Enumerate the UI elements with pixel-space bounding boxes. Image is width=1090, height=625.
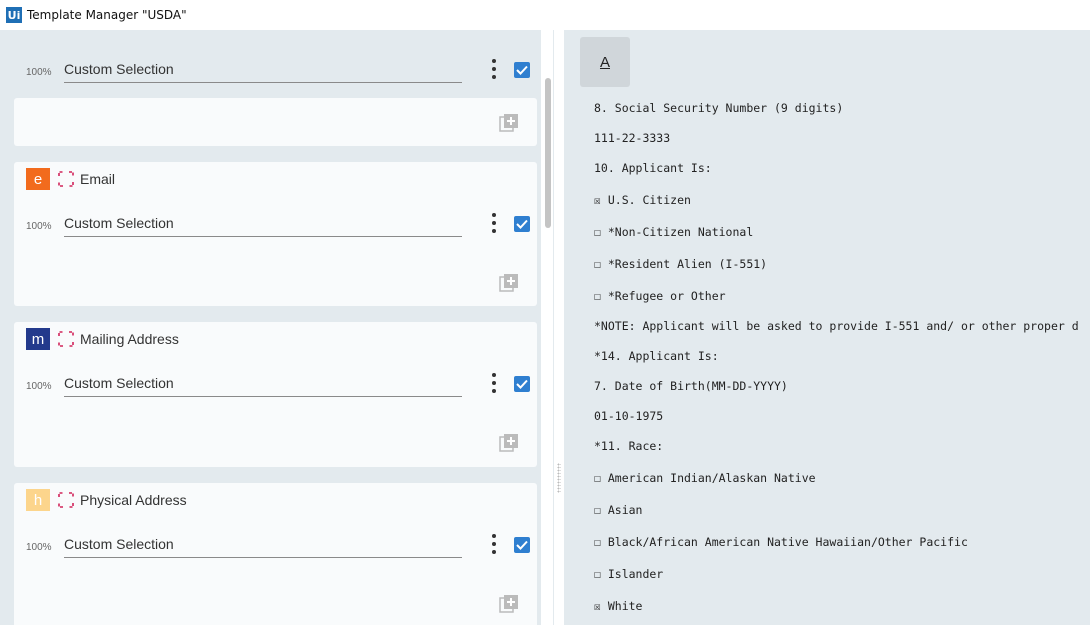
selection-dropdown[interactable]: Custom Selection <box>64 57 462 83</box>
field-header: m Mailing Address <box>26 328 179 350</box>
confidence-percent: 100% <box>26 381 52 392</box>
splitter-grip-icon[interactable] <box>557 463 561 493</box>
field-name: Mailing Address <box>80 331 179 347</box>
uipath-logo-icon: Ui <box>6 7 22 23</box>
field-card-email[interactable]: e Email 100% Custom Selection <box>14 162 537 306</box>
add-area-icon[interactable] <box>499 113 519 133</box>
confidence-percent: 100% <box>26 542 52 553</box>
document-line[interactable]: ☐ *Resident Alien (I-551) <box>594 257 767 271</box>
field-card-footer <box>14 98 537 146</box>
document-line[interactable]: ☐ American Indian/Alaskan Native <box>594 471 816 485</box>
field-name: Email <box>80 171 116 187</box>
region-select-icon[interactable] <box>58 171 74 187</box>
text-view-button[interactable]: A <box>580 37 630 87</box>
document-panel: A 8. Social Security Number (9 digits) 1… <box>564 30 1090 625</box>
document-line[interactable]: ☐ Asian <box>594 503 642 517</box>
selection-dropdown[interactable]: Custom Selection <box>64 371 462 397</box>
more-options-icon[interactable] <box>488 534 500 554</box>
title-bar: Ui Template Manager "USDA" <box>0 0 1090 30</box>
confirm-checkbox[interactable] <box>514 376 530 392</box>
document-line[interactable]: ☐ *Refugee or Other <box>594 289 726 303</box>
more-options-icon[interactable] <box>488 59 500 79</box>
confidence-percent: 100% <box>26 221 52 232</box>
selection-row: 100% Custom Selection <box>26 211 530 241</box>
field-badge: e <box>26 168 50 190</box>
confirm-checkbox[interactable] <box>514 216 530 232</box>
document-line[interactable]: *11. Race: <box>594 439 663 453</box>
region-select-icon[interactable] <box>58 331 74 347</box>
selection-dropdown[interactable]: Custom Selection <box>64 532 462 558</box>
add-area-icon[interactable] <box>499 273 519 293</box>
scrollbar[interactable] <box>541 30 553 625</box>
field-card-physical-address[interactable]: h Physical Address 100% Custom Selection <box>14 483 537 625</box>
confirm-checkbox[interactable] <box>514 537 530 553</box>
document-line[interactable]: ☐ Islander <box>594 567 663 581</box>
field-list-panel: 100% Custom Selection e Email 100% Custo… <box>0 30 554 625</box>
document-line[interactable]: 10. Applicant Is: <box>594 161 712 175</box>
selection-row: 100% Custom Selection <box>26 532 530 562</box>
more-options-icon[interactable] <box>488 373 500 393</box>
more-options-icon[interactable] <box>488 213 500 233</box>
field-badge: h <box>26 489 50 511</box>
document-line[interactable]: 7. Date of Birth(MM-DD-YYYY) <box>594 379 788 393</box>
field-card[interactable]: 100% Custom Selection <box>14 37 537 98</box>
document-line[interactable]: ☒ U.S. Citizen <box>594 193 691 207</box>
font-icon: A <box>599 53 610 71</box>
document-line[interactable]: 111-22-3333 <box>594 131 670 145</box>
confidence-percent: 100% <box>26 67 52 78</box>
field-header: h Physical Address <box>26 489 187 511</box>
document-line[interactable]: ☒ White <box>594 599 642 613</box>
selection-row: 100% Custom Selection <box>26 371 530 401</box>
add-area-icon[interactable] <box>499 594 519 614</box>
field-card-mailing-address[interactable]: m Mailing Address 100% Custom Selection <box>14 322 537 467</box>
document-line[interactable]: *NOTE: Applicant will be asked to provid… <box>594 319 1079 333</box>
field-header: e Email <box>26 168 115 190</box>
document-line[interactable]: ☐ Black/African American Native Hawaiian… <box>594 535 968 549</box>
pane-splitter[interactable] <box>554 30 564 625</box>
confirm-checkbox[interactable] <box>514 62 530 78</box>
region-select-icon[interactable] <box>58 492 74 508</box>
field-name: Physical Address <box>80 492 187 508</box>
selection-dropdown[interactable]: Custom Selection <box>64 211 462 237</box>
document-line[interactable]: 8. Social Security Number (9 digits) <box>594 101 843 115</box>
scrollbar-thumb[interactable] <box>545 78 551 228</box>
selection-row: 100% Custom Selection <box>26 57 530 87</box>
document-line[interactable]: *14. Applicant Is: <box>594 349 719 363</box>
window-title: Template Manager "USDA" <box>27 8 187 22</box>
document-line[interactable]: 01-10-1975 <box>594 409 663 423</box>
document-line[interactable]: ☐ *Non-Citizen National <box>594 225 753 239</box>
add-area-icon[interactable] <box>499 433 519 453</box>
field-badge: m <box>26 328 50 350</box>
